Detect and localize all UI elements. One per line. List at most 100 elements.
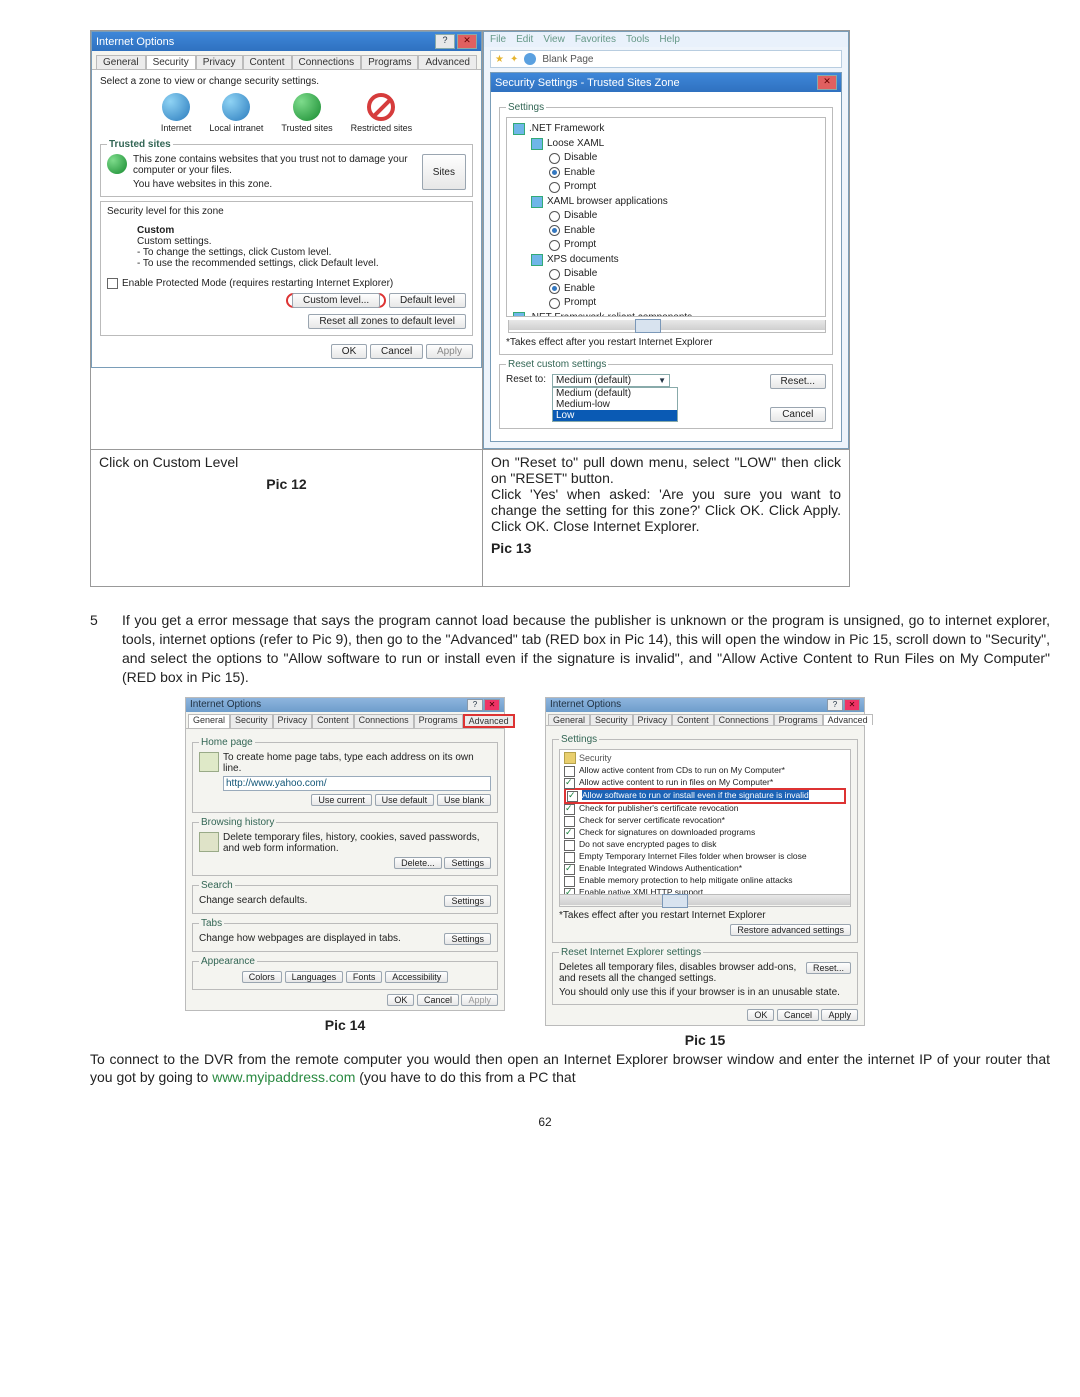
radio-icon[interactable]: [549, 211, 560, 222]
colors-button[interactable]: Colors: [242, 971, 282, 983]
radio-icon[interactable]: [549, 269, 560, 280]
p15-tab-connections[interactable]: Connections: [714, 714, 774, 725]
menu-help[interactable]: Help: [659, 34, 680, 45]
p14-tab-programs[interactable]: Programs: [414, 714, 463, 728]
checkbox-icon[interactable]: [567, 791, 578, 802]
reset-button[interactable]: Reset...: [770, 374, 826, 389]
p14-tab-connections[interactable]: Connections: [354, 714, 414, 728]
ok-button[interactable]: OK: [331, 344, 367, 359]
delete-button[interactable]: Delete...: [394, 857, 442, 869]
languages-button[interactable]: Languages: [285, 971, 344, 983]
p15-tab-general[interactable]: General: [548, 714, 590, 725]
checkbox-icon[interactable]: [564, 876, 575, 887]
custom-level-button[interactable]: Custom level...: [292, 293, 380, 308]
zone-trusted[interactable]: Trusted sites: [281, 93, 332, 133]
radio-icon[interactable]: [549, 225, 560, 236]
cancel-button-13[interactable]: Cancel: [770, 407, 826, 422]
p15-tab-programs[interactable]: Programs: [774, 714, 823, 725]
p15-cancel-button[interactable]: Cancel: [777, 1009, 819, 1021]
p15-tab-content[interactable]: Content: [672, 714, 714, 725]
reset-to-select[interactable]: Medium (default) ▼: [552, 374, 670, 387]
menu-edit[interactable]: Edit: [516, 34, 533, 45]
p15-tab-security[interactable]: Security: [590, 714, 633, 725]
p15-reset-button[interactable]: Reset...: [806, 962, 851, 974]
close-button[interactable]: ✕: [457, 34, 477, 49]
checkbox-icon[interactable]: [564, 816, 575, 827]
checkbox-icon[interactable]: [564, 766, 575, 777]
radio-icon[interactable]: [549, 240, 560, 251]
menu-file[interactable]: File: [490, 34, 506, 45]
radio-icon[interactable]: [549, 182, 560, 193]
p15-reset-note: You should only use this if your browser…: [559, 987, 851, 998]
menu-favorites[interactable]: Favorites: [575, 34, 616, 45]
help-icon[interactable]: ?: [467, 699, 483, 711]
p14-apply-button[interactable]: Apply: [461, 994, 498, 1006]
reset-option-medium[interactable]: Medium (default): [553, 388, 677, 399]
reset-to-listbox[interactable]: Medium (default) Medium-low Low: [552, 387, 678, 422]
settings-tree[interactable]: .NET FrameworkLoose XAMLDisableEnablePro…: [506, 117, 826, 317]
p15-tab-privacy[interactable]: Privacy: [633, 714, 673, 725]
cancel-button[interactable]: Cancel: [370, 344, 423, 359]
protected-mode-checkbox[interactable]: Enable Protected Mode (requires restarti…: [107, 277, 466, 289]
checkbox-icon[interactable]: [564, 888, 575, 895]
radio-icon[interactable]: [549, 283, 560, 294]
p15-tab-advanced[interactable]: Advanced: [823, 714, 873, 725]
checkbox-icon[interactable]: [564, 864, 575, 875]
p14-tab-content[interactable]: Content: [312, 714, 354, 728]
tab-content[interactable]: Content: [243, 55, 292, 69]
use-blank-button[interactable]: Use blank: [437, 794, 491, 806]
reset-all-zones-button[interactable]: Reset all zones to default level: [308, 314, 466, 329]
p15-apply-button[interactable]: Apply: [821, 1009, 858, 1021]
tab-security[interactable]: Security: [146, 55, 196, 69]
checkbox-icon[interactable]: [564, 804, 575, 815]
restore-advanced-button[interactable]: Restore advanced settings: [730, 924, 851, 936]
tab-advanced[interactable]: Advanced: [418, 55, 476, 69]
checkbox-icon[interactable]: [564, 840, 575, 851]
p14-tab-general[interactable]: General: [188, 714, 230, 728]
reset-option-low[interactable]: Low: [553, 410, 677, 421]
search-settings-button[interactable]: Settings: [444, 895, 491, 907]
history-settings-button[interactable]: Settings: [444, 857, 491, 869]
accessibility-button[interactable]: Accessibility: [385, 971, 448, 983]
ie-tab[interactable]: ★ ✦ Blank Page: [490, 50, 842, 68]
close-icon[interactable]: ✕: [484, 699, 500, 711]
myipaddress-link[interactable]: www.myipaddress.com: [212, 1069, 355, 1085]
p14-tab-security[interactable]: Security: [230, 714, 273, 728]
checkbox-icon[interactable]: [564, 778, 575, 789]
p15-ok-button[interactable]: OK: [747, 1009, 774, 1021]
zone-intranet[interactable]: Local intranet: [209, 93, 263, 133]
checkbox-icon[interactable]: [564, 828, 575, 839]
close-icon[interactable]: ✕: [817, 75, 837, 90]
help-button[interactable]: ?: [435, 34, 455, 49]
help-icon[interactable]: ?: [827, 699, 843, 711]
tabs-settings-button[interactable]: Settings: [444, 933, 491, 945]
menu-tools[interactable]: Tools: [626, 34, 649, 45]
menu-view[interactable]: View: [543, 34, 565, 45]
radio-icon[interactable]: [549, 298, 560, 309]
tab-privacy[interactable]: Privacy: [196, 55, 243, 69]
tab-connections[interactable]: Connections: [292, 55, 362, 69]
use-current-button[interactable]: Use current: [311, 794, 372, 806]
fonts-button[interactable]: Fonts: [346, 971, 383, 983]
p15-tree[interactable]: Security Allow active content from CDs t…: [559, 749, 851, 895]
close-icon[interactable]: ✕: [844, 699, 860, 711]
sites-button[interactable]: Sites: [422, 154, 466, 190]
tab-general[interactable]: General: [96, 55, 146, 69]
p14-ok-button[interactable]: OK: [387, 994, 414, 1006]
tab-programs[interactable]: Programs: [361, 55, 418, 69]
radio-icon[interactable]: [549, 167, 560, 178]
reset-option-medium-low[interactable]: Medium-low: [553, 399, 677, 410]
apply-button[interactable]: Apply: [426, 344, 473, 359]
radio-icon[interactable]: [549, 153, 560, 164]
checkbox-icon[interactable]: [564, 852, 575, 863]
p14-tab-privacy[interactable]: Privacy: [273, 714, 313, 728]
p14-cancel-button[interactable]: Cancel: [417, 994, 459, 1006]
tree-label: XAML browser applications: [547, 195, 668, 210]
home-page-input[interactable]: http://www.yahoo.com/: [223, 776, 491, 791]
screenshot-table: Internet Options ? ✕ General Security Pr…: [90, 30, 850, 587]
use-default-button[interactable]: Use default: [375, 794, 435, 806]
default-level-button[interactable]: Default level: [389, 293, 466, 308]
p14-tab-advanced[interactable]: Advanced: [463, 714, 515, 728]
zone-internet[interactable]: Internet: [161, 93, 192, 133]
zone-restricted[interactable]: Restricted sites: [351, 93, 413, 133]
